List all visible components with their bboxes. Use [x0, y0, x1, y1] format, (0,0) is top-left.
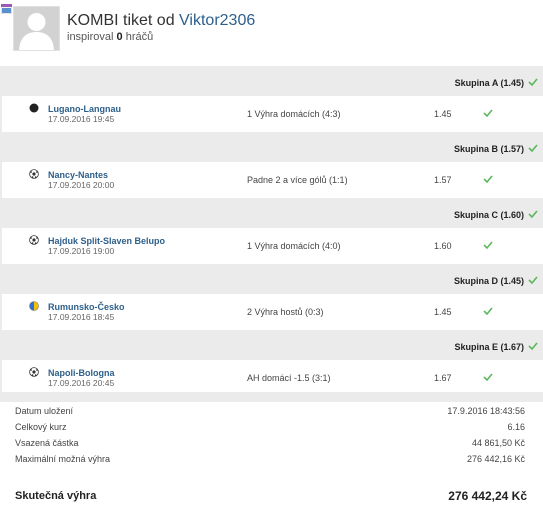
match-teams[interactable]: Hajduk Split-Slaven Belupo	[48, 236, 165, 246]
check-icon	[483, 241, 493, 249]
check-icon	[528, 276, 538, 284]
ticket-header: KOMBI tiket od Viktor2306 inspiroval 0 h…	[0, 0, 543, 66]
inspired-suffix: hráčů	[125, 31, 154, 43]
match-date: 17.09.2016 20:45	[48, 378, 115, 388]
summary-row: Maximální možná výhra 276 442,16 Kč	[0, 450, 543, 466]
group-header: Skupina E (1.67)	[0, 330, 543, 360]
check-icon	[483, 175, 493, 183]
summary-row: Celkový kurz 6.16	[0, 418, 543, 434]
summary-key: Vsazená částka	[15, 438, 79, 448]
summary-value: 276 442,16 Kč	[466, 454, 525, 464]
match-row[interactable]: Nancy-Nantes 17.09.2016 20:00 Padne 2 a …	[0, 162, 543, 198]
avatar[interactable]	[13, 6, 60, 51]
soccer-ball-icon	[29, 169, 39, 179]
match-teams[interactable]: Nancy-Nantes	[48, 170, 108, 180]
bet-type: 1 Výhra domácích (4:3)	[247, 109, 341, 119]
group-label: Skupina B (1.57)	[453, 144, 524, 154]
match-teams[interactable]: Napoli-Bologna	[48, 368, 115, 378]
odd-value: 1.45	[434, 109, 452, 119]
inspired-count: 0	[116, 31, 123, 43]
check-icon	[483, 373, 493, 381]
actual-win-label: Skutečná výhra	[15, 490, 97, 502]
soccer-ball-icon	[29, 235, 39, 245]
summary-value: 17.9.2016 18:43:56	[447, 406, 525, 416]
odd-value: 1.57	[434, 175, 452, 185]
group-label: Skupina A (1.45)	[454, 78, 524, 88]
check-icon	[528, 210, 538, 218]
match-date: 17.09.2016 18:45	[48, 312, 115, 322]
group-label: Skupina E (1.67)	[454, 342, 524, 352]
soccer-ball-icon	[29, 367, 39, 377]
hockey-puck-icon	[29, 103, 39, 113]
check-icon	[528, 342, 538, 350]
actual-win-value: 276 442,24 Kč	[448, 489, 527, 503]
actual-win: Skutečná výhra 276 442,24 Kč	[0, 487, 543, 507]
bet-type: 1 Výhra domácích (4:0)	[247, 241, 341, 251]
match-row[interactable]: Napoli-Bologna 17.09.2016 20:45 AH domác…	[0, 360, 543, 396]
volleyball-icon	[29, 301, 39, 311]
username-link[interactable]: Viktor2306	[179, 12, 255, 29]
bet-type: AH domácí -1.5 (3:1)	[247, 373, 331, 383]
check-icon	[483, 109, 493, 117]
ticket-groups: Skupina A (1.45) Lugano-Langnau 17.09.20…	[0, 66, 543, 396]
match-teams[interactable]: Lugano-Langnau	[48, 104, 121, 114]
group-header: Skupina B (1.57)	[0, 132, 543, 162]
odd-value: 1.45	[434, 307, 452, 317]
bet-type: Padne 2 a více gólů (1:1)	[247, 175, 348, 185]
check-icon	[528, 78, 538, 86]
flag-icon	[1, 4, 12, 14]
ticket-summary: Datum uložení 17.9.2016 18:43:56 Celkový…	[0, 402, 543, 466]
match-date: 17.09.2016 20:00	[48, 180, 115, 190]
match-teams[interactable]: Rumunsko-Česko	[48, 302, 125, 312]
match-date: 17.09.2016 19:45	[48, 114, 115, 124]
title-prefix: KOMBI tiket od	[67, 12, 175, 29]
summary-row: Datum uložení 17.9.2016 18:43:56	[0, 402, 543, 418]
summary-value: 44 861,50 Kč	[471, 438, 525, 448]
page-title: KOMBI tiket od Viktor2306	[67, 12, 255, 30]
summary-value: 6.16	[507, 422, 525, 432]
odd-value: 1.60	[434, 241, 452, 251]
match-date: 17.09.2016 19:00	[48, 246, 115, 256]
group-label: Skupina D (1.45)	[453, 276, 524, 286]
inspired-prefix: inspiroval	[67, 31, 114, 43]
group-label: Skupina C (1.60)	[453, 210, 524, 220]
group-header: Skupina D (1.45)	[0, 264, 543, 294]
section-divider	[0, 392, 543, 402]
summary-key: Maximální možná výhra	[15, 454, 111, 464]
odd-value: 1.67	[434, 373, 452, 383]
bet-type: 2 Výhra hostů (0:3)	[247, 307, 324, 317]
match-row[interactable]: Lugano-Langnau 17.09.2016 19:45 1 Výhra …	[0, 96, 543, 132]
summary-key: Datum uložení	[15, 406, 74, 416]
match-row[interactable]: Hajduk Split-Slaven Belupo 17.09.2016 19…	[0, 228, 543, 264]
group-header: Skupina A (1.45)	[0, 66, 543, 96]
summary-row: Vsazená částka 44 861,50 Kč	[0, 434, 543, 450]
check-icon	[528, 144, 538, 152]
user-silhouette-icon	[14, 7, 59, 50]
match-row[interactable]: Rumunsko-Česko 17.09.2016 18:45 2 Výhra …	[0, 294, 543, 330]
inspired-info: inspiroval 0 hráčů	[67, 31, 153, 43]
group-header: Skupina C (1.60)	[0, 198, 543, 228]
check-icon	[483, 307, 493, 315]
summary-key: Celkový kurz	[15, 422, 67, 432]
